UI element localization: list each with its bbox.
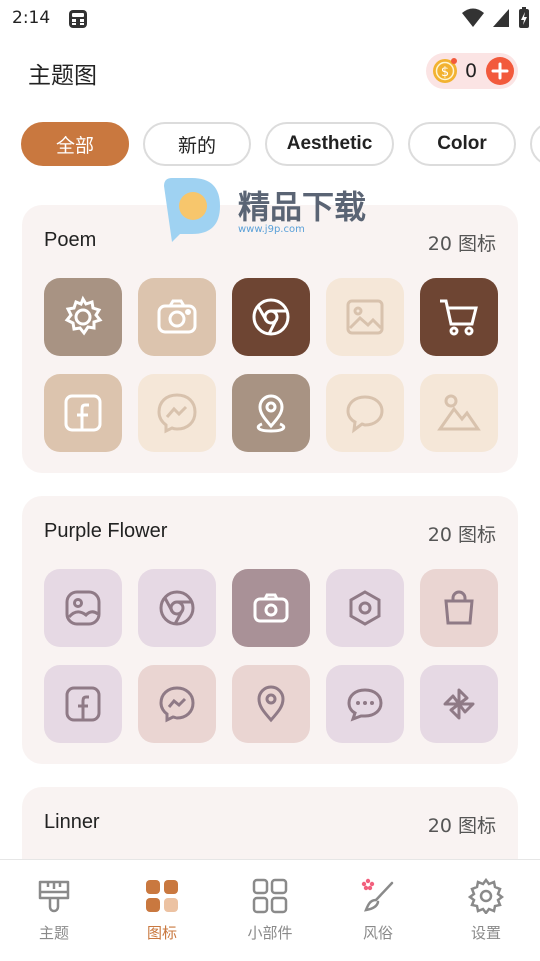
grid-icon	[146, 880, 178, 912]
maps-location-icon[interactable]	[232, 665, 310, 743]
chrome-browser-icon[interactable]	[232, 278, 310, 356]
theme-card-linner[interactable]: Linner 20 图标	[22, 787, 518, 861]
plus-icon	[491, 62, 509, 80]
card-icon-count: 20 图标	[427, 233, 496, 255]
settings-gear-icon[interactable]	[44, 278, 122, 356]
facebook-icon[interactable]	[44, 374, 122, 452]
nav-item-widgets[interactable]: 小部件	[216, 860, 324, 961]
nav-label: 图标	[146, 924, 177, 942]
svg-text:$: $	[441, 65, 449, 80]
gallery-image-icon[interactable]	[326, 278, 404, 356]
nav-item-settings[interactable]: 设置	[432, 860, 540, 961]
settings-icon	[468, 878, 504, 914]
messenger-icon[interactable]	[138, 374, 216, 452]
theme-card-poem[interactable]: Poem 20 图标	[22, 205, 518, 473]
pinwheel-icon[interactable]	[420, 665, 498, 743]
chip-more[interactable]	[530, 122, 540, 166]
wifi-icon	[462, 8, 484, 27]
shopping-cart-icon[interactable]	[420, 278, 498, 356]
settings-hexagon-icon[interactable]	[326, 569, 404, 647]
nav-label: 小部件	[247, 924, 293, 942]
chip-all[interactable]: 全部	[21, 122, 129, 166]
paintbrush-flower-icon	[361, 878, 394, 912]
coin-count: 0	[465, 60, 478, 82]
chrome-browser-icon[interactable]	[138, 569, 216, 647]
maps-location-icon[interactable]	[232, 374, 310, 452]
brush-icon	[38, 880, 70, 913]
bottom-navigation: 主题 图标 小部件 风俗 设置	[0, 859, 540, 961]
shopping-bag-icon[interactable]	[420, 569, 498, 647]
coin-icon: $	[433, 58, 457, 83]
gallery-image-icon[interactable]	[44, 569, 122, 647]
nav-label: 主题	[38, 924, 69, 942]
header: 主题图 $ 0	[0, 40, 540, 100]
page-title: 主题图	[28, 63, 97, 89]
chat-dots-icon[interactable]	[326, 665, 404, 743]
theme-card-purple-flower[interactable]: Purple Flower 20 图标	[22, 496, 518, 764]
nav-label: 设置	[470, 924, 501, 942]
card-title: Purple Flower	[44, 520, 168, 542]
category-chips: 全部 新的 Aesthetic Color	[21, 122, 540, 170]
cell-signal-icon	[493, 9, 509, 27]
messenger-icon[interactable]	[138, 665, 216, 743]
widgets-icon	[252, 878, 288, 914]
calculator-app-icon	[69, 10, 87, 28]
chip-new[interactable]: 新的	[143, 122, 251, 166]
nav-item-icons[interactable]: 图标	[108, 860, 216, 961]
card-icon-count: 20 图标	[427, 524, 496, 546]
coin-balance[interactable]: $ 0	[426, 53, 518, 89]
nav-label: 风俗	[362, 924, 393, 942]
photos-mountain-icon[interactable]	[420, 374, 498, 452]
card-title: Poem	[44, 229, 97, 251]
card-icon-count: 20 图标	[427, 815, 496, 837]
camera-icon[interactable]	[232, 569, 310, 647]
battery-charging-icon	[519, 7, 529, 28]
message-bubble-icon[interactable]	[326, 374, 404, 452]
card-title: Linner	[44, 811, 100, 833]
status-bar: 2:14	[0, 0, 540, 36]
facebook-icon[interactable]	[44, 665, 122, 743]
add-coins-button[interactable]	[486, 57, 514, 85]
status-time: 2:14	[12, 8, 51, 28]
nav-item-themes[interactable]: 主题	[0, 860, 108, 961]
chip-color[interactable]: Color	[408, 122, 516, 166]
camera-icon[interactable]	[138, 278, 216, 356]
chip-aesthetic[interactable]: Aesthetic	[265, 122, 394, 166]
nav-item-style[interactable]: 风俗	[324, 860, 432, 961]
